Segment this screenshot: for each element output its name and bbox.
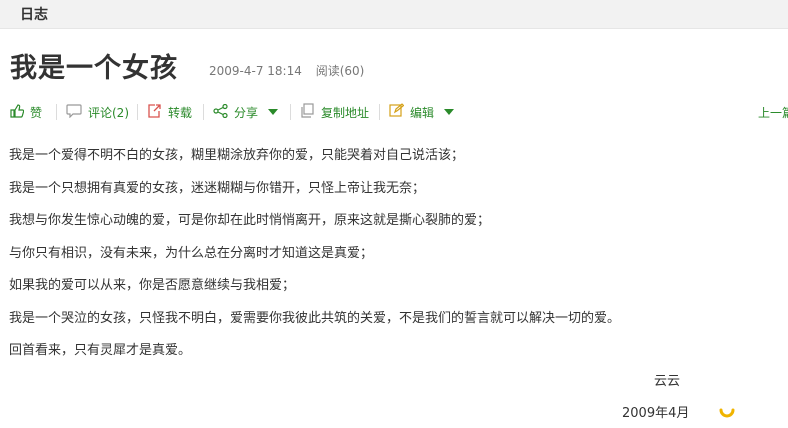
like-label: 赞 (30, 105, 43, 120)
repost-icon (147, 103, 162, 121)
share-label: 分享 (234, 105, 259, 120)
prev-post-label: 上一篇 (757, 105, 788, 120)
post-toolbar: 赞 评论(2) 转载 分享 复制地址 编辑 上一篇 (0, 98, 788, 126)
edit-button[interactable]: 编辑 (389, 98, 455, 126)
toolbar-divider (290, 104, 291, 120)
edit-label: 编辑 (410, 105, 435, 120)
like-button[interactable]: 赞 (10, 98, 42, 126)
chevron-down-icon (444, 109, 455, 115)
body-paragraph: 与你只有相识，没有未来，为什么总在分离时才知道这是真爱； (9, 245, 374, 261)
loading-spinner-icon (719, 404, 735, 420)
post-signature: 云云 (654, 374, 681, 389)
post-title: 我是一个女孩 (10, 53, 178, 84)
post-body: 我是一个爱得不明不白的女孩，糊里糊涂放弃你的爱，只能哭着对自己说活该； 我是一个… (9, 145, 779, 373)
body-paragraph: 如果我的爱可以从来，你是否愿意继续与我相爱； (9, 278, 296, 293)
share-button[interactable]: 分享 (213, 98, 279, 126)
post-footer-date: 2009年4月 (622, 406, 690, 421)
comment-label: 评论(2) (88, 105, 129, 120)
share-icon (213, 103, 228, 121)
speech-bubble-icon (66, 103, 82, 121)
prev-post-link[interactable]: 上一篇 (758, 98, 788, 126)
section-title: 日志 (20, 7, 48, 23)
repost-button[interactable]: 转载 (147, 98, 192, 126)
post-meta: 2009-4-7 18:14 阅读(60) (209, 62, 374, 79)
toolbar-divider (56, 104, 57, 120)
thumbs-up-icon (10, 103, 25, 121)
body-paragraph: 回首看来，只有灵犀才是真爱。 (9, 343, 192, 358)
copy-address-button[interactable]: 复制地址 (300, 98, 369, 126)
toolbar-divider (203, 104, 204, 120)
chevron-down-icon (268, 109, 279, 115)
body-paragraph: 我是一个只想拥有真爱的女孩，迷迷糊糊与你错开，只怪上帝让我无奈； (9, 180, 426, 196)
section-header: 日志 (0, 0, 788, 29)
comment-button[interactable]: 评论(2) (66, 98, 129, 126)
copy-address-label: 复制地址 (321, 105, 370, 120)
read-count: 阅读(60) (315, 64, 365, 78)
toolbar-divider (137, 104, 138, 120)
body-paragraph: 我是一个哭泣的女孩，只怪我不明白，爱需要你我彼此共筑的关爱，不是我们的誓言就可以… (9, 310, 621, 326)
post-date: 2009-4-7 18:14 (209, 64, 302, 78)
body-paragraph: 我是一个爱得不明不白的女孩，糊里糊涂放弃你的爱，只能哭着对自己说活该； (9, 148, 465, 163)
edit-icon (389, 103, 405, 121)
toolbar-divider (379, 104, 380, 120)
copy-icon (300, 103, 315, 121)
body-paragraph: 我想与你发生惊心动魄的爱，可是你却在此时悄悄离开，原来这就是撕心裂肺的爱； (9, 213, 491, 228)
repost-label: 转载 (168, 105, 193, 120)
